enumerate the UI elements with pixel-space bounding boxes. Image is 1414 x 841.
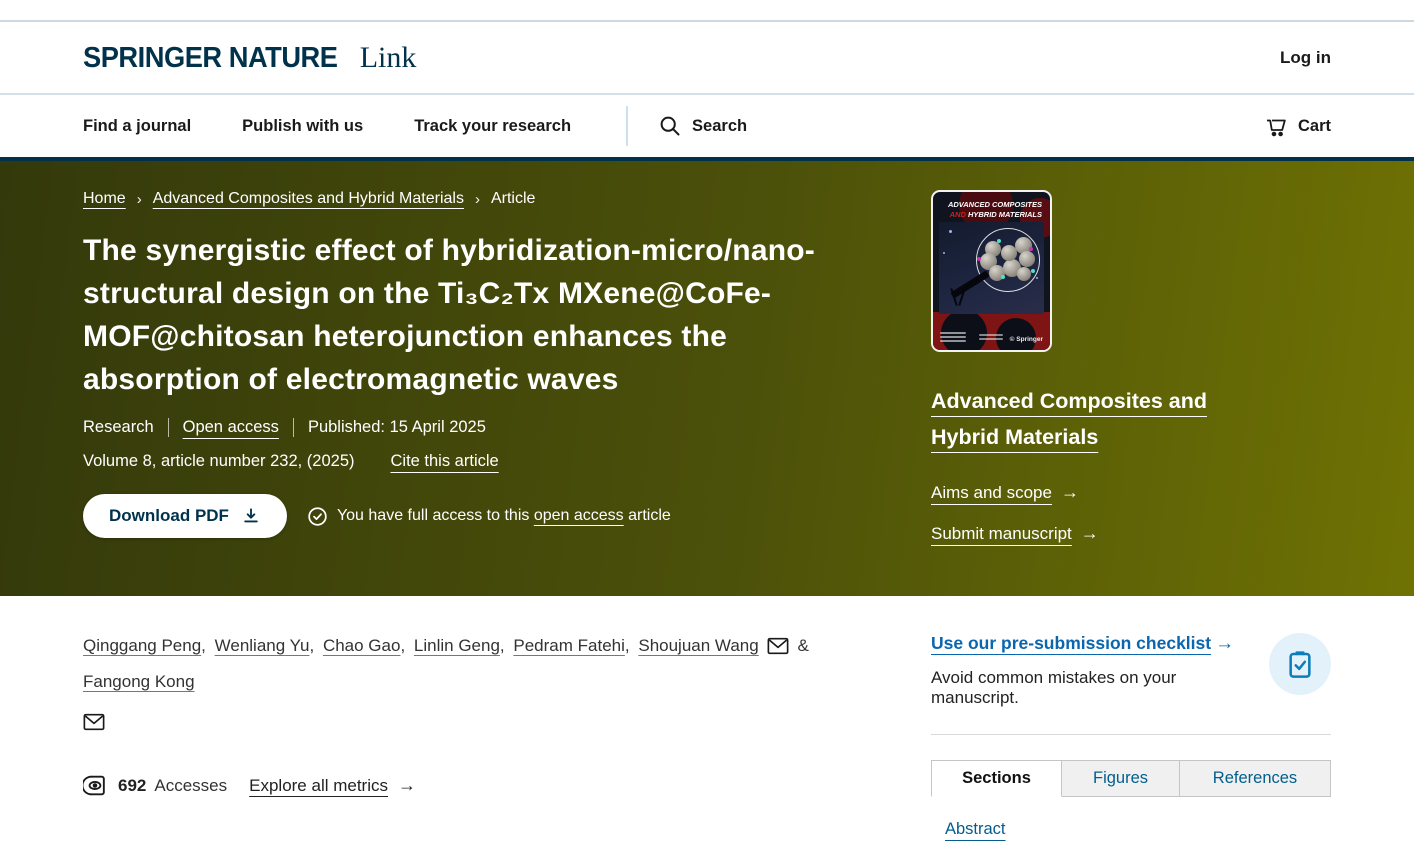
pre-submission-checklist-banner: Use our pre-submission checklist→ Avoid … [931,633,1331,708]
cite-this-article-link[interactable]: Cite this article [391,452,499,471]
open-access-link[interactable]: Open access [183,418,279,437]
download-icon [241,506,261,526]
explore-all-metrics-link[interactable]: Explore all metrics [249,776,388,796]
submit-manuscript-link[interactable]: Submit manuscript [931,524,1072,544]
clipboard-check-icon [1284,648,1316,680]
breadcrumb-current: Article [491,190,535,208]
cart-label: Cart [1298,117,1331,136]
submit-manuscript-row: Submit manuscript → [931,523,1331,544]
journal-cover-image[interactable]: ADVANCED COMPOSITES AND HYBRID MATERIALS… [931,190,1052,352]
sidebar: Use our pre-submission checklist→ Avoid … [931,628,1331,841]
volume-row: Volume 8, article number 232, (2025) Cit… [83,452,866,471]
hero-left-column: Home › Advanced Composites and Hybrid Ma… [83,190,866,544]
metrics-row: 692 Accesses Explore all metrics → [83,773,866,798]
cta-row: Download PDF You have full access [83,494,866,538]
cover-telescope-art [950,270,989,298]
cover-issn-text [940,332,966,344]
nav-find-a-journal[interactable]: Find a journal [83,117,191,136]
authors-second-line [83,704,866,740]
checklist-badge[interactable] [1269,633,1331,695]
arrow-right-icon: → [398,775,416,796]
article-type: Research [83,418,154,437]
breadcrumb-home[interactable]: Home [83,190,126,208]
aims-and-scope-row: Aims and scope → [931,482,1331,503]
meta-divider [168,418,169,437]
logo-text-primary: SPRINGER NATURE [83,42,337,75]
pre-submission-checklist-link[interactable]: Use our pre-submission checklist [931,633,1211,653]
tab-figures[interactable]: Figures [1062,760,1180,797]
main-content: Qinggang Peng, Wenliang Yu, Chao Gao, Li… [0,596,1414,841]
meta-divider [293,418,294,437]
breadcrumb: Home › Advanced Composites and Hybrid Ma… [83,190,866,208]
top-strip [0,0,1414,22]
cover-star [949,230,952,233]
site-header: SPRINGER NATURE Link Log in [0,22,1414,95]
cover-sky-art [939,222,1044,314]
accesses-count: 692 [118,776,146,796]
cover-star [1036,277,1038,279]
author-link[interactable]: Fangong Kong [83,672,195,691]
author-link[interactable]: Linlin Geng [414,636,500,655]
hero-right-column: ADVANCED COMPOSITES AND HYBRID MATERIALS… [931,190,1331,544]
journal-title-link[interactable]: Advanced Composites and Hybrid Materials [931,383,1271,455]
sidebar-tabs: Sections Figures References [931,760,1331,797]
author-link[interactable]: Wenliang Yu [215,636,310,655]
cover-title: ADVANCED COMPOSITES AND HYBRID MATERIALS [933,200,1050,220]
logo-text-secondary: Link [360,41,417,75]
download-pdf-button[interactable]: Download PDF [83,494,287,538]
accesses-label: Accesses [154,776,227,796]
open-access-article-link[interactable]: open access [534,507,624,524]
author-link[interactable]: Pedram Fatehi [513,636,625,655]
arrow-right-icon: → [1081,523,1099,544]
aims-and-scope-link[interactable]: Aims and scope [931,483,1052,503]
accesses-icon [83,773,108,798]
article-hero: Home › Advanced Composites and Hybrid Ma… [0,157,1414,596]
volume-info: Volume 8, article number 232, (2025) [83,452,355,471]
main-nav: Find a journal Publish with us Track you… [0,95,1414,157]
cover-publisher-logo: © Springer [1010,336,1043,343]
cover-molecule-art [976,228,1040,292]
author-link[interactable]: Chao Gao [323,636,401,655]
checklist-subtitle: Avoid common mistakes on your manuscript… [931,668,1253,708]
published-date: Published: 15 April 2025 [308,418,486,437]
sidebar-divider [931,734,1331,735]
author-link[interactable]: Qinggang Peng [83,636,201,655]
access-note: You have full access to this open access… [307,506,671,527]
article-title: The synergistic effect of hybridization-… [83,229,866,401]
download-pdf-label: Download PDF [109,506,229,526]
content-left-column: Qinggang Peng, Wenliang Yu, Chao Gao, Li… [83,628,866,841]
search-icon [658,114,682,138]
breadcrumb-chevron-icon: › [475,191,480,208]
nav-track-your-research[interactable]: Track your research [414,117,571,136]
check-circle-icon [307,506,328,527]
arrow-right-icon: → [1215,633,1234,655]
authors-list: Qinggang Peng, Wenliang Yu, Chao Gao, Li… [83,628,866,740]
section-link-abstract[interactable]: Abstract [945,820,1331,839]
article-meta-row: Research Open access Published: 15 April… [83,418,866,437]
breadcrumb-journal[interactable]: Advanced Composites and Hybrid Materials [153,190,464,208]
cover-decoration [941,310,987,352]
author-link[interactable]: Shoujuan Wang [638,636,758,655]
login-link[interactable]: Log in [1280,48,1331,68]
checklist-text-block: Use our pre-submission checklist→ Avoid … [931,633,1253,708]
cart-icon [1264,114,1290,138]
access-note-text: You have full access to this open access… [337,507,671,525]
springer-nature-logo[interactable]: SPRINGER NATURE Link [83,41,416,75]
nav-links: Find a journal Publish with us Track you… [83,117,571,136]
tab-sections[interactable]: Sections [931,760,1062,797]
nav-divider [626,106,628,146]
breadcrumb-chevron-icon: › [137,191,142,208]
search-label: Search [692,117,747,136]
arrow-right-icon: → [1061,482,1079,503]
tab-references[interactable]: References [1180,760,1331,797]
cover-volume-text [979,334,1003,342]
cover-star [943,252,945,254]
search-button[interactable]: Search [658,114,747,138]
email-author-icon[interactable] [767,637,789,655]
email-author-icon[interactable] [83,713,105,731]
section-links: Abstract Introduction [931,820,1331,841]
nav-publish-with-us[interactable]: Publish with us [242,117,363,136]
cart-button[interactable]: Cart [1264,114,1331,138]
